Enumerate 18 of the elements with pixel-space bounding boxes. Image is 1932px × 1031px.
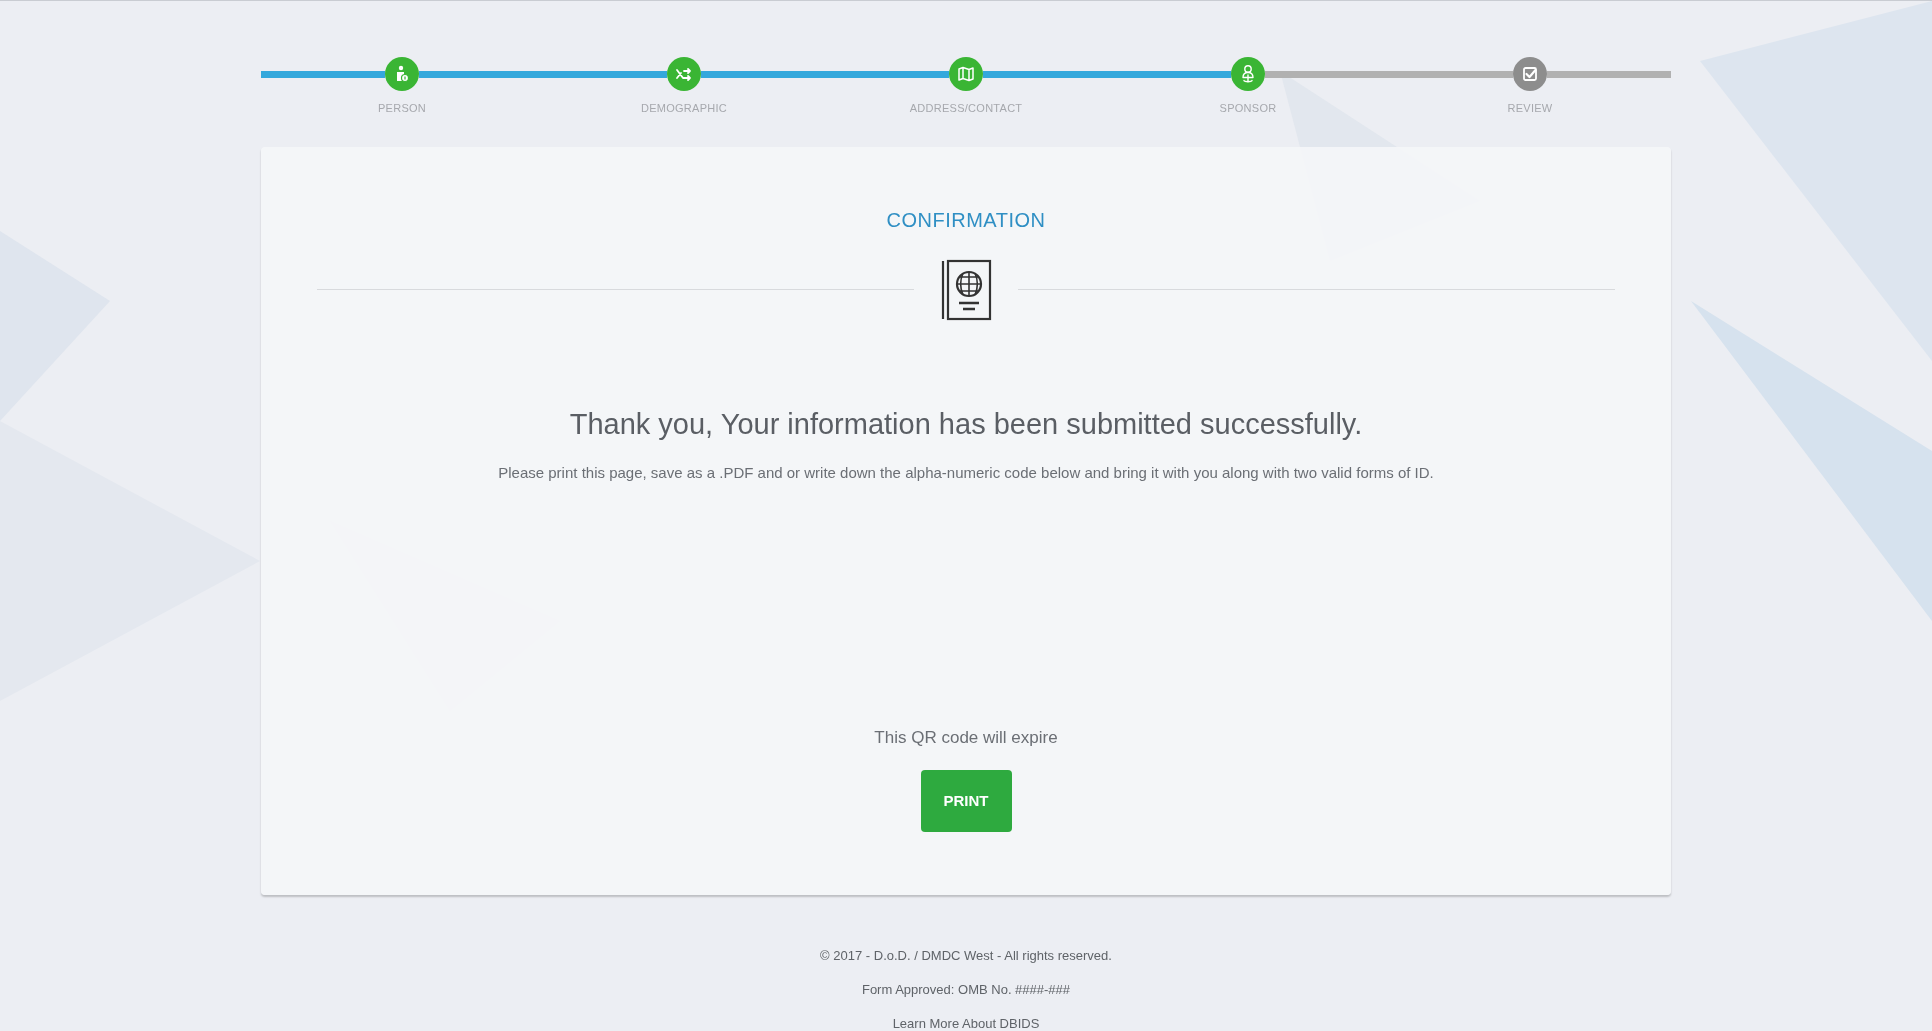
person-pin-icon [1239,64,1257,84]
checkbox-icon [1521,65,1539,83]
step-label: SPONSOR [1219,101,1277,116]
success-heading: Thank you, Your information has been submitted successfully. [569,406,1363,442]
card-title: CONFIRMATION [886,207,1046,233]
map-icon [957,65,975,83]
step-label: DEMOGRAPHIC [640,101,728,116]
footer-text: Learn More About DBIDS [892,1014,1040,1031]
step-label: ADDRESS/CONTACT [909,101,1023,116]
shuffle-icon [675,65,693,83]
step-label: PERSON [377,101,427,116]
instructions-text: Please print this page, save as a .PDF and or write down the alpha-numeric code below and bring it with you along with two valid forms of ID. [498,463,1434,483]
footer-text: Form Approved: OMB No. ####-### [861,980,1071,999]
print-button[interactable]: PRINT [920,770,1012,832]
qr-expiry-note: This QR code will expire [874,726,1058,749]
step-label: REVIEW [1507,101,1553,116]
passport-icon [940,258,992,321]
footer-text: © 2017 - D.o.D. / DMDC West - All rights reserved. [820,946,1112,965]
